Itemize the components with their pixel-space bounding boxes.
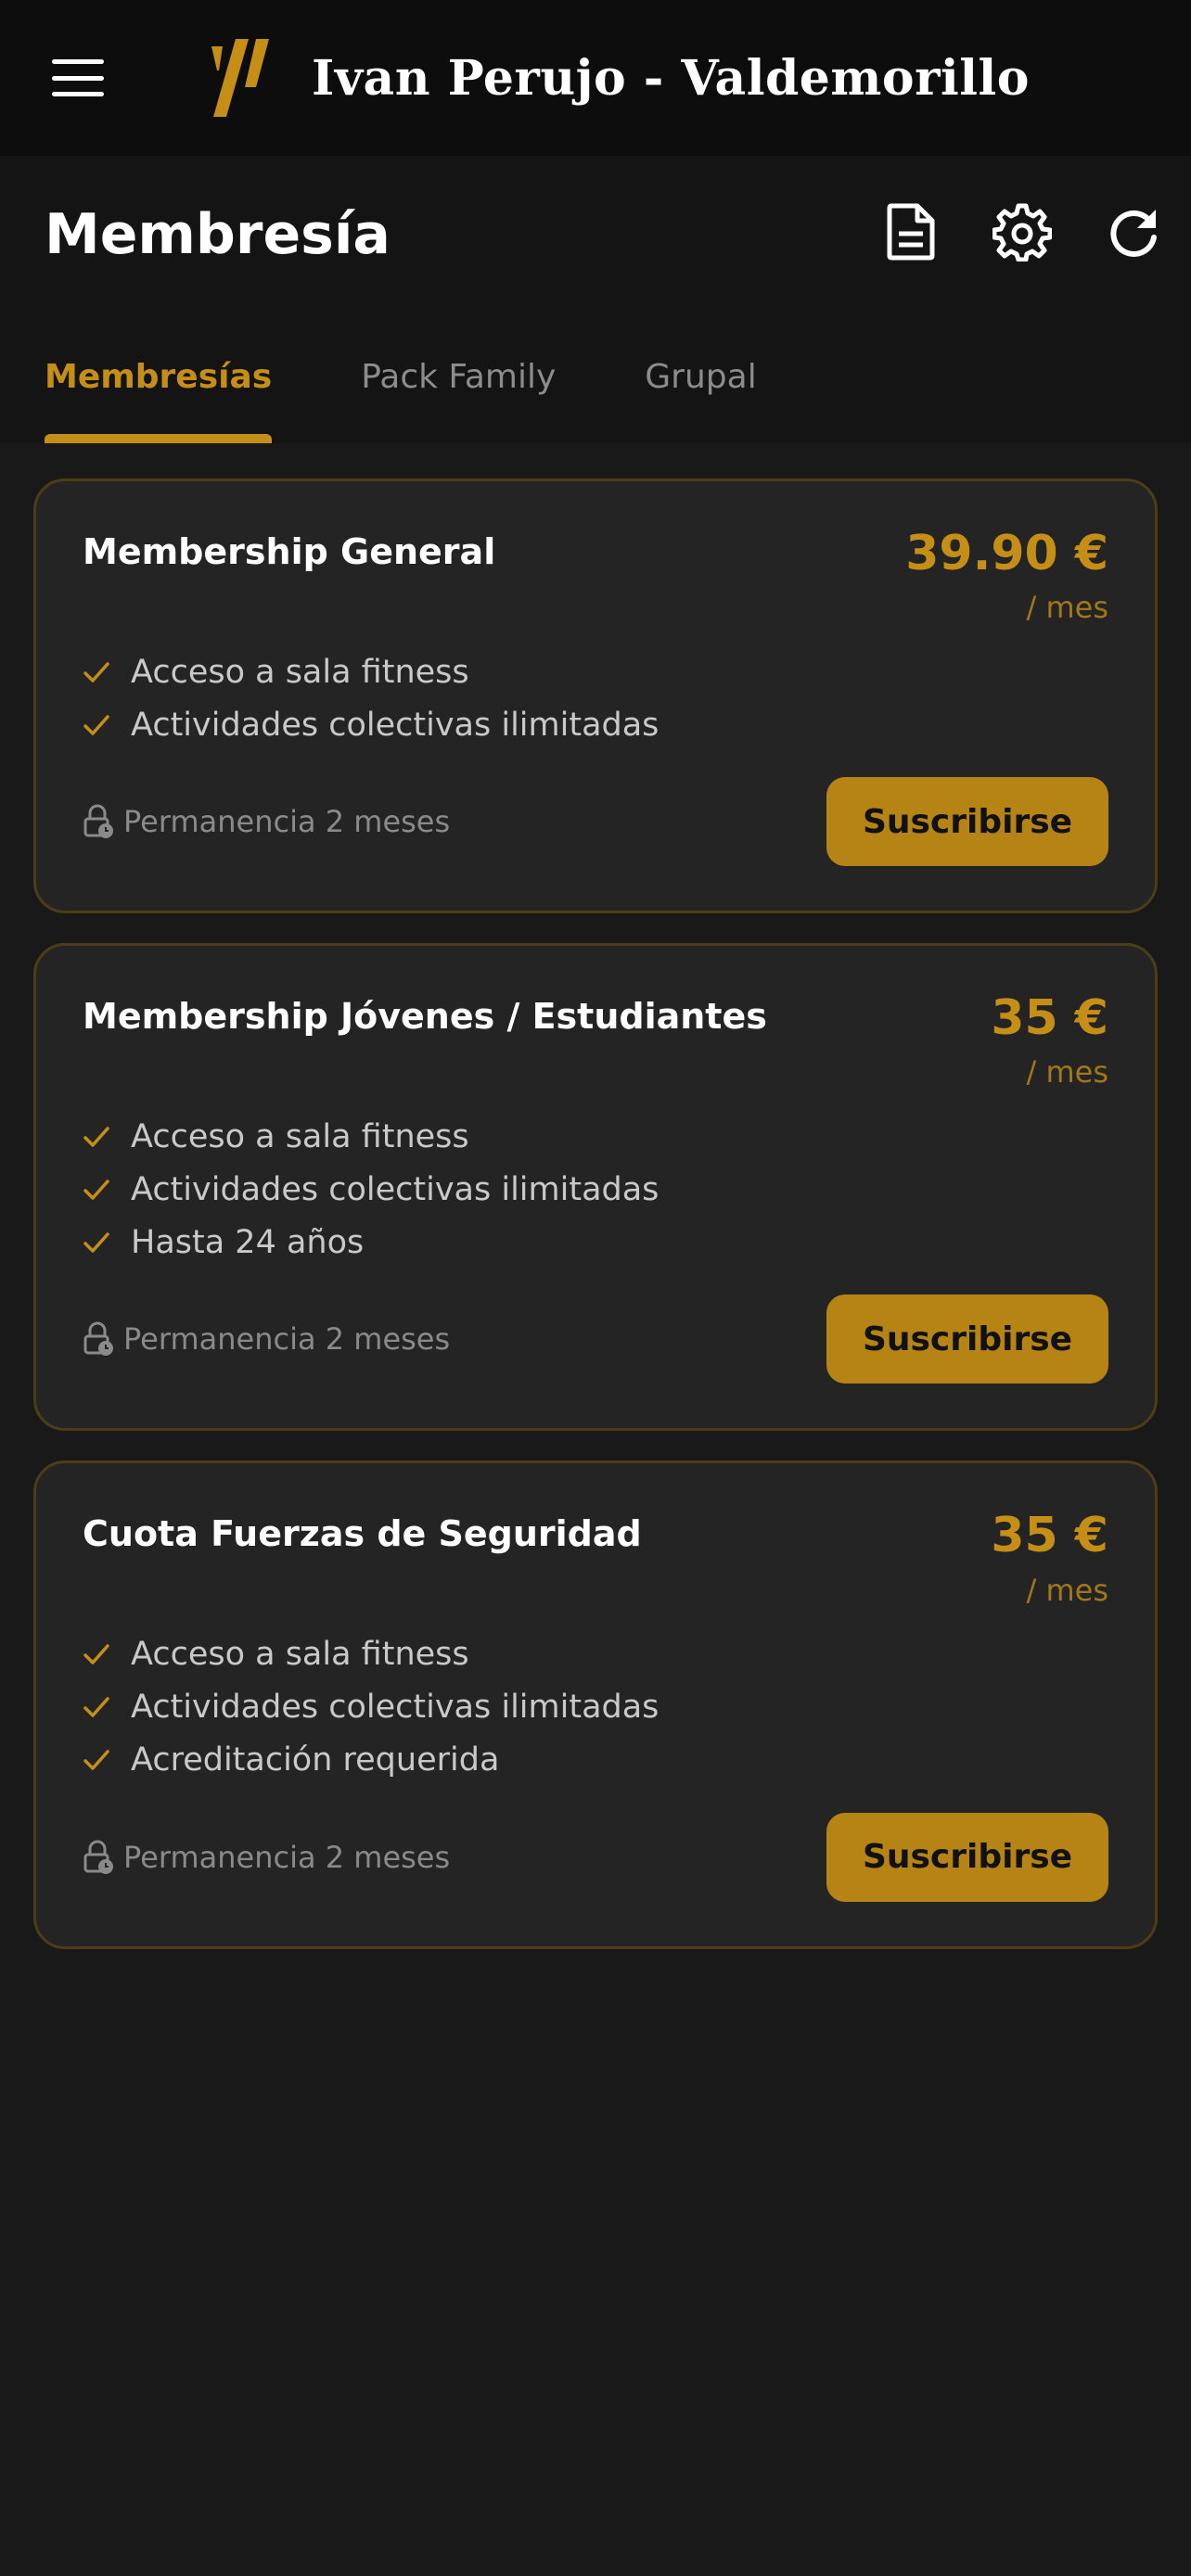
hamburger-menu-icon[interactable] [52,59,104,96]
plan-period: / mes [1026,590,1108,626]
feature-list: Acceso a sala fitness Actividades colect… [83,1110,1108,1269]
plan-card: Membership Jóvenes / Estudiantes 35 € / … [33,943,1158,1432]
top-bar: Ivan Perujo - Valdemorillo [0,0,1191,156]
feature-label: Hasta 24 años [131,1223,365,1261]
feature-item: Actividades colectivas ilimitadas [83,698,1108,751]
feature-label: Actividades colectivas ilimitadas [131,1689,660,1727]
feature-item: Actividades colectivas ilimitadas [83,1163,1108,1216]
refresh-icon[interactable] [1104,202,1163,261]
tab-pack-family[interactable]: Pack Family [361,339,556,443]
page-header: Membresía Membresías Pack Family Grupal [0,156,1191,443]
price-block: 35 € / mes [991,990,1108,1090]
feature-item: Actividades colectivas ilimitadas [83,1681,1108,1734]
permanence-info: Permanencia 2 meses [83,1840,450,1875]
permanence-info: Permanencia 2 meses [83,1321,450,1357]
lock-clock-icon [83,804,113,839]
subscribe-button[interactable]: Suscribirse [826,1812,1108,1902]
check-icon [83,1750,109,1770]
feature-item: Acceso a sala fitness [83,645,1108,698]
feature-item: Acreditación requerida [83,1734,1108,1787]
plan-title: Cuota Fuerzas de Seguridad [83,1513,642,1555]
tab-grupal[interactable]: Grupal [645,339,756,443]
plan-price: 35 € [991,990,1108,1047]
permanence-label: Permanencia 2 meses [123,804,451,840]
feature-label: Actividades colectivas ilimitadas [131,1170,660,1208]
plan-title: Membership Jóvenes / Estudiantes [83,996,767,1038]
plan-period: / mes [1026,1572,1108,1608]
check-icon [83,1644,109,1664]
permanence-label: Permanencia 2 meses [123,1839,451,1875]
feature-label: Acceso a sala fitness [131,1636,469,1674]
price-block: 35 € / mes [991,1508,1108,1608]
plan-list: Membership General 39.90 € / mes Acceso … [0,443,1191,1949]
feature-label: Acreditación requerida [131,1741,500,1779]
feature-label: Actividades colectivas ilimitadas [131,706,660,744]
gym-name: Ivan Perujo - Valdemorillo [312,49,1030,107]
feature-item: Acceso a sala fitness [83,1628,1108,1681]
check-icon [83,714,109,735]
check-icon [83,1697,109,1717]
lock-clock-icon [83,1321,113,1357]
plan-title: Membership General [83,531,496,572]
lock-clock-icon [83,1840,113,1874]
feature-label: Acceso a sala fitness [131,1117,469,1155]
plan-price: 35 € [991,1508,1108,1564]
plan-period: / mes [1026,1054,1108,1090]
subscribe-button[interactable]: Suscribirse [826,777,1108,867]
feature-item: Acceso a sala fitness [83,1110,1108,1163]
app-root: Ivan Perujo - Valdemorillo Membresía Mem… [0,0,1191,2576]
tab-membresias[interactable]: Membresías [45,339,273,443]
document-icon[interactable] [881,202,941,261]
tab-bar: Membresías Pack Family Grupal [45,339,757,443]
feature-label: Acceso a sala fitness [131,653,469,691]
page-title: Membresía [45,202,391,267]
brand-logo-icon [211,39,269,117]
feature-item: Hasta 24 años [83,1216,1108,1269]
header-actions [881,202,1163,261]
check-icon [83,661,109,682]
gear-icon[interactable] [992,202,1052,261]
price-block: 39.90 € / mes [905,526,1108,626]
check-icon [83,1127,109,1147]
plan-price: 39.90 € [905,526,1108,581]
feature-list: Acceso a sala fitness Actividades colect… [83,1628,1108,1787]
plan-card: Cuota Fuerzas de Seguridad 35 € / mes Ac… [33,1460,1158,1949]
permanence-label: Permanencia 2 meses [123,1321,451,1358]
subscribe-button[interactable]: Suscribirse [826,1294,1108,1384]
plan-card: Membership General 39.90 € / mes Acceso … [33,478,1158,914]
check-icon [83,1180,109,1200]
feature-list: Acceso a sala fitness Actividades colect… [83,645,1108,751]
check-icon [83,1232,109,1253]
permanence-info: Permanencia 2 meses [83,804,450,839]
